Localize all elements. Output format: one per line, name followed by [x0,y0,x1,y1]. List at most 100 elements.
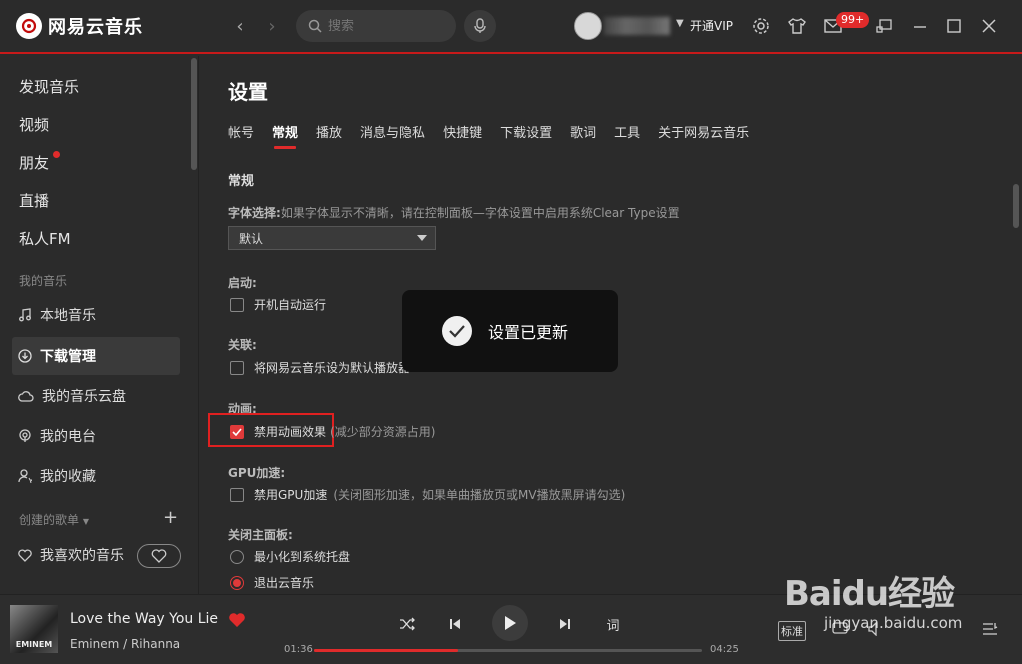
sidebar-item-cloud[interactable]: 我的音乐云盘 [12,377,180,415]
disable-animation-checkbox[interactable] [230,424,244,439]
tab-general[interactable]: 常规 [272,122,298,149]
shuffle-icon [400,617,415,631]
exit-app-radio[interactable] [230,575,244,590]
next-button[interactable] [554,613,576,635]
close-option-minimize[interactable]: 最小化到系统托盘 [230,548,350,565]
app-logo[interactable]: 网易云音乐 [16,13,143,39]
total-time: 04:25 [710,644,739,655]
elapsed-time: 01:36 [284,644,313,655]
radio-icon [19,429,31,442]
checkmark-icon [232,427,242,436]
close-button[interactable] [977,14,1001,38]
download-icon [18,349,32,363]
sidebar-item-video[interactable]: 视频 [19,114,49,135]
settings-scrollbar[interactable] [1013,184,1019,228]
search-input[interactable] [328,18,438,34]
heartbeat-icon [151,549,167,563]
sidebar-item-radio[interactable]: 我的电台 [12,417,180,455]
disable-gpu-checkbox[interactable] [230,487,244,502]
gpu-option[interactable]: 禁用GPU加速 (关闭图形加速，如果单曲播放页或MV播放黑屏请勾选) [230,486,625,503]
progress-fill [314,649,458,652]
tab-privacy[interactable]: 消息与隐私 [360,122,425,149]
sidebar-item-label: 我的音乐云盘 [42,389,126,405]
search-icon [308,19,322,33]
user-star-icon [18,469,32,483]
section-general-heading: 常规 [228,174,255,189]
tab-lyrics[interactable]: 歌词 [570,122,596,149]
sidebar-item-collection[interactable]: 我的收藏 [12,457,180,495]
tab-download[interactable]: 下载设置 [500,122,552,149]
lyrics-button[interactable]: 词 [602,613,624,635]
search-box[interactable] [296,10,456,42]
settings-updated-toast: 设置已更新 [402,290,618,372]
association-option[interactable]: 将网易云音乐设为默认播放器 [230,359,410,376]
playlist-icon [983,623,998,635]
sidebar-scrollbar[interactable] [191,58,197,170]
tab-account[interactable]: 帐号 [228,122,254,149]
sidebar-item-fm[interactable]: 私人FM [19,228,71,249]
skin-button[interactable] [787,16,807,36]
tab-playback[interactable]: 播放 [316,122,342,149]
startup-label: 启动: [228,276,257,290]
account-dropdown-icon[interactable]: ▼ [676,18,684,29]
sidebar-item-live[interactable]: 直播 [19,190,49,211]
startup-checkbox[interactable] [230,297,244,312]
sidebar-item-local-music[interactable]: 本地音乐 [12,296,180,334]
animation-option[interactable]: 禁用动画效果 (减少部分资源占用) [230,423,435,440]
friends-notification-dot [53,151,60,158]
maximize-icon [947,19,961,33]
avatar[interactable] [574,12,602,40]
title-bar: 网易云音乐 ‹ › ▼ 开通VIP 99+ [0,0,1022,54]
vip-link[interactable]: 开通VIP [690,17,733,34]
sidebar-item-label: 下载管理 [40,349,96,365]
tab-tools[interactable]: 工具 [614,122,640,149]
playlist-button[interactable] [980,619,1000,639]
previous-icon [450,619,460,629]
progress-bar[interactable] [314,649,702,652]
back-button[interactable]: ‹ [228,14,252,38]
sidebar-item-discover[interactable]: 发现音乐 [19,76,79,97]
font-setting-label: 字体选择:如果字体显示不清晰，请在控制面板—字体设置中启用系统Clear Typ… [228,206,680,220]
quality-button[interactable]: 标准 [778,621,806,641]
sidebar-item-friends[interactable]: 朋友 [19,152,49,173]
chevron-down-icon: ▼ [82,517,89,526]
font-select[interactable]: 默认 [228,226,436,250]
minimize-button[interactable] [908,14,932,38]
gpu-label: GPU加速: [228,466,286,480]
chevron-down-icon [417,235,427,241]
sidebar-item-label: 我的电台 [40,429,96,445]
sidebar-item-downloads[interactable]: 下载管理 [12,337,180,375]
close-option-exit[interactable]: 退出云音乐 [230,574,314,591]
album-cover[interactable]: EMINEM [10,605,58,653]
heart-filled-icon [229,613,245,627]
check-circle-icon [442,316,472,346]
startup-option[interactable]: 开机自动运行 [230,296,326,313]
shuffle-button[interactable] [396,613,418,635]
sidebar-item-label: 本地音乐 [40,308,96,324]
play-icon [505,616,516,630]
sidebar-item-label: 我的收藏 [40,469,96,485]
like-button[interactable] [228,612,246,632]
minimize-tray-radio[interactable] [230,549,244,564]
created-playlists-heading[interactable]: 创建的歌单 ▼ [19,511,89,528]
voice-search-button[interactable] [464,10,496,42]
tshirt-icon [788,18,806,34]
maximize-button[interactable] [942,14,966,38]
settings-button[interactable] [751,16,771,36]
artist-name[interactable]: Eminem / Rihanna [70,637,180,651]
heart-mode-button[interactable] [137,544,181,568]
song-title[interactable]: Love the Way You Lie [70,611,220,627]
previous-button[interactable] [444,613,466,635]
username-blurred[interactable] [604,17,670,35]
toast-text: 设置已更新 [488,323,569,342]
tab-about[interactable]: 关于网易云音乐 [658,122,749,149]
play-button[interactable] [492,605,528,641]
mini-mode-button[interactable] [872,14,896,38]
add-playlist-button[interactable]: + [163,507,178,528]
sidebar-item-label: 我喜欢的音乐 [40,548,124,564]
tab-shortcuts[interactable]: 快捷键 [443,122,482,149]
forward-button[interactable]: › [260,14,284,38]
default-player-checkbox[interactable] [230,360,244,375]
heart-outline-icon [18,548,32,562]
message-count-badge: 99+ [836,12,870,28]
